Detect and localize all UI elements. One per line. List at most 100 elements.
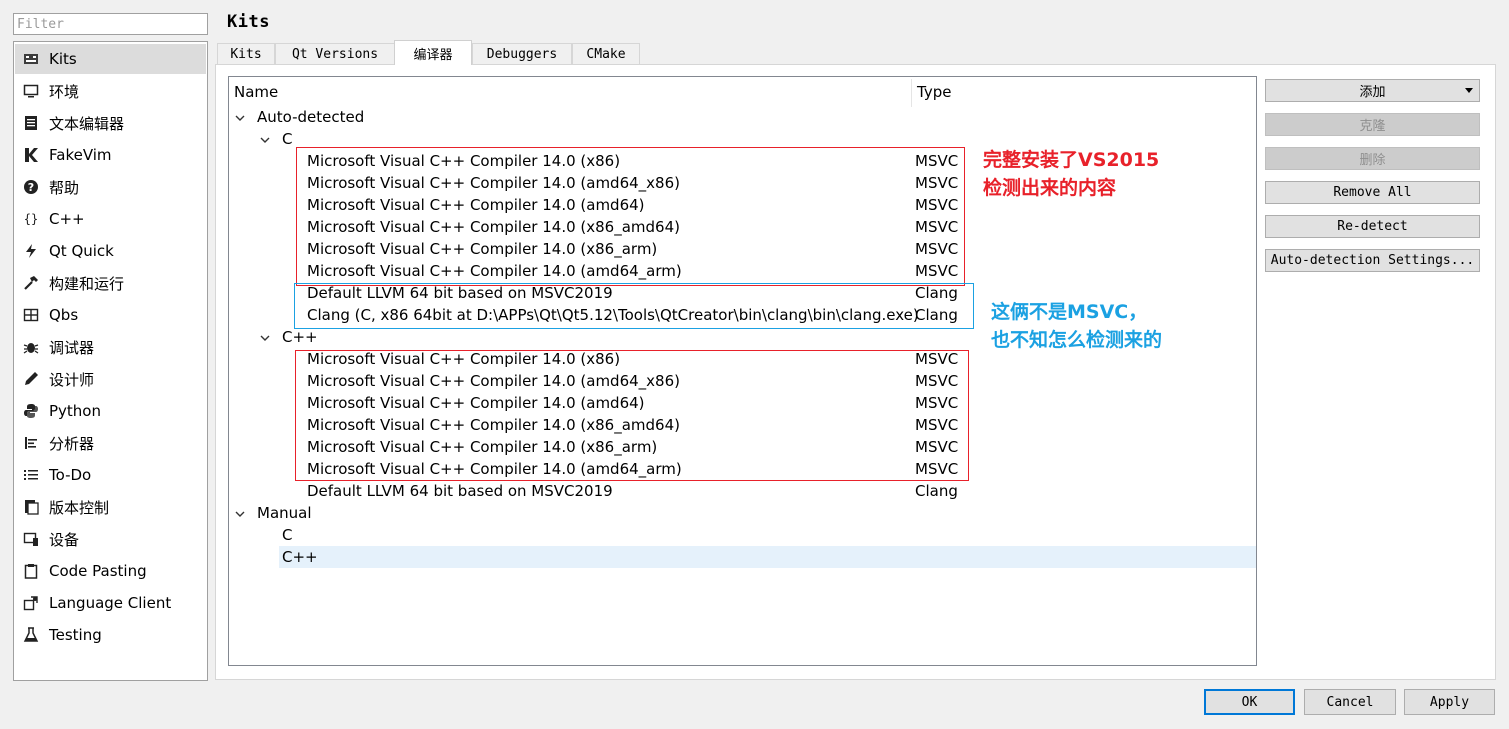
sidebar-item-10[interactable]: 设计师	[15, 364, 206, 394]
chevron-down-icon[interactable]	[258, 133, 272, 147]
sidebar-item-label: 帮助	[49, 178, 80, 197]
sidebar-item-15[interactable]: 设备	[15, 524, 206, 554]
qbs-icon	[22, 306, 40, 324]
sidebar-item-testing[interactable]: Testing	[15, 620, 206, 650]
column-divider[interactable]	[911, 79, 912, 107]
tree-group-manual-cpp[interactable]: C++	[282, 548, 318, 566]
annotation-red-box-c	[296, 147, 965, 286]
tab-compilers[interactable]: 编译器	[394, 40, 472, 65]
cancel-button[interactable]: Cancel	[1304, 689, 1396, 715]
svg-text:{}: {}	[24, 212, 38, 226]
chevron-down-icon[interactable]	[233, 111, 247, 125]
pen-icon	[22, 370, 40, 388]
sidebar-item-label: Python	[49, 402, 101, 420]
annotation-red-box-cpp	[295, 350, 969, 481]
sidebar-item-code-pasting[interactable]: Code Pasting	[15, 556, 206, 586]
tab-kits[interactable]: Kits	[217, 43, 275, 64]
dropdown-arrow-icon	[1465, 88, 1473, 93]
sidebar-item-qbs[interactable]: Qbs	[15, 300, 206, 330]
tree-group-cpp[interactable]: C++	[282, 328, 318, 346]
sidebar-item-1[interactable]: 环境	[15, 76, 206, 106]
remove-all-button[interactable]: Remove All	[1265, 181, 1480, 204]
column-header-name[interactable]: Name	[234, 83, 278, 101]
sidebar-item-to-do[interactable]: To-Do	[15, 460, 206, 490]
sidebar-item-12[interactable]: 分析器	[15, 428, 206, 458]
help-icon: ?	[22, 178, 40, 196]
sidebar-item-qt-quick[interactable]: Qt Quick	[15, 236, 206, 266]
kits-icon	[22, 50, 40, 68]
text-editor-icon	[22, 114, 40, 132]
sidebar-item-label: 环境	[49, 82, 80, 101]
apply-button[interactable]: Apply	[1404, 689, 1495, 715]
tree-group-auto-detected[interactable]: Auto-detected	[257, 108, 364, 126]
sidebar-item-label: Qt Quick	[49, 242, 114, 260]
svg-text:?: ?	[28, 181, 34, 194]
ok-button[interactable]: OK	[1204, 689, 1295, 715]
sidebar-item-label: 分析器	[49, 434, 95, 453]
language-client-icon	[22, 594, 40, 612]
sidebar-item-9[interactable]: 调试器	[15, 332, 206, 362]
sidebar-item-label: C++	[49, 210, 85, 228]
sidebar-item-label: Qbs	[49, 306, 79, 324]
sidebar-item-label: Testing	[49, 626, 102, 644]
tree-group-c[interactable]: C	[282, 130, 292, 148]
sidebar-item-fakevim[interactable]: FakeVim	[15, 140, 206, 170]
compiler-name[interactable]: Default LLVM 64 bit based on MSVC2019	[307, 482, 613, 500]
todo-icon	[22, 466, 40, 484]
analyzer-icon	[22, 434, 40, 452]
add-button-label: 添加	[1359, 85, 1386, 100]
qt-quick-icon	[22, 242, 40, 260]
sidebar-item-label: 设计师	[49, 370, 95, 389]
sidebar-item-label: 调试器	[49, 338, 95, 357]
tab-qt-versions[interactable]: Qt Versions	[275, 43, 395, 64]
sidebar-item-label: 构建和运行	[49, 274, 125, 293]
annotation-blue-box	[294, 283, 974, 329]
sidebar-item-kits[interactable]: Kits	[15, 44, 206, 74]
chevron-down-icon[interactable]	[233, 507, 247, 521]
annotation-blue-line2: 也不知怎么检测来的	[991, 329, 1163, 351]
sidebar-item-label: FakeVim	[49, 146, 112, 164]
hammer-icon	[22, 274, 40, 292]
sidebar-item-label: 版本控制	[49, 498, 110, 517]
sidebar-item-4[interactable]: ? 帮助	[15, 172, 206, 202]
sidebar-item-c[interactable]: {} C++	[15, 204, 206, 234]
column-header-type[interactable]: Type	[917, 83, 951, 101]
settings-sidebar: Kits 环境 文本编辑器 FakeVim? 帮助 {} C++ Qt Quick 构建和运行 Q…	[13, 41, 208, 681]
annotation-blue-line1: 这俩不是MSVC，	[991, 301, 1148, 323]
sidebar-item-label: Language Client	[49, 594, 172, 612]
sidebar-item-label: Code Pasting	[49, 562, 147, 580]
monitor-icon	[22, 82, 40, 100]
bug-icon	[22, 338, 40, 356]
sidebar-item-python[interactable]: Python	[15, 396, 206, 426]
sidebar-item-7[interactable]: 构建和运行	[15, 268, 206, 298]
annotation-red-line2: 检测出来的内容	[983, 177, 1117, 199]
page-title: Kits	[227, 12, 270, 32]
compiler-type[interactable]: Clang	[915, 482, 958, 500]
filter-input[interactable]	[13, 13, 208, 35]
selected-row-highlight	[279, 546, 1256, 568]
add-button[interactable]: 添加	[1265, 79, 1480, 102]
device-icon	[22, 530, 40, 548]
sidebar-item-label: To-Do	[49, 466, 92, 484]
chevron-down-icon[interactable]	[258, 331, 272, 345]
tree-group-manual-c[interactable]: C	[282, 526, 292, 544]
tab-debuggers[interactable]: Debuggers	[472, 43, 572, 64]
sidebar-item-label: Kits	[49, 50, 77, 68]
redetect-button[interactable]: Re-detect	[1265, 215, 1480, 238]
sidebar-item-14[interactable]: 版本控制	[15, 492, 206, 522]
sidebar-item-label: 文本编辑器	[49, 114, 125, 133]
tab-cmake[interactable]: CMake	[572, 43, 640, 64]
python-icon	[22, 402, 40, 420]
fakevim-icon	[22, 146, 40, 164]
clone-button[interactable]: 克隆	[1265, 113, 1480, 136]
sidebar-item-language-client[interactable]: Language Client	[15, 588, 206, 618]
sidebar-item-2[interactable]: 文本编辑器	[15, 108, 206, 138]
tree-group-manual[interactable]: Manual	[257, 504, 312, 522]
auto-detection-settings-button[interactable]: Auto-detection Settings...	[1265, 249, 1480, 272]
annotation-red-line1: 完整安装了VS2015	[983, 149, 1160, 171]
delete-button[interactable]: 删除	[1265, 147, 1480, 170]
braces-icon: {}	[22, 210, 40, 228]
paste-icon	[22, 562, 40, 580]
sidebar-item-label: 设备	[49, 530, 80, 549]
flask-icon	[22, 626, 40, 644]
